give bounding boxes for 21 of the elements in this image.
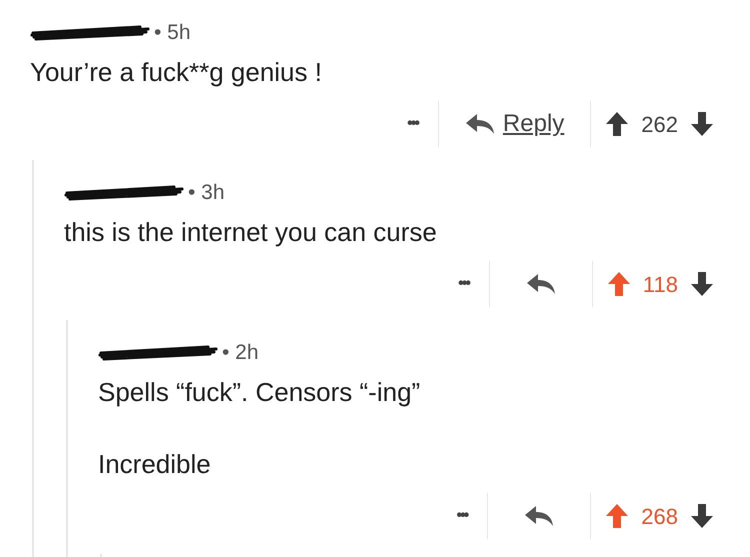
- reply-button[interactable]: Reply: [438, 106, 590, 142]
- comment-text: Spells “fuck”. Censors “-ing”: [98, 376, 422, 408]
- vote-score: 118: [642, 270, 678, 298]
- reply-icon: [464, 113, 495, 135]
- downvote-icon[interactable]: [690, 111, 714, 137]
- comment-text: Incredible: [98, 448, 212, 480]
- comment-text: this is the internet you can curse: [64, 216, 438, 248]
- more-button[interactable]: •••: [438, 272, 489, 296]
- vote-score: 262: [641, 110, 678, 138]
- reply-icon: [526, 273, 556, 295]
- downvote-icon[interactable]: [690, 503, 714, 529]
- comment-time: • 2h: [222, 340, 259, 366]
- vote-score: 268: [641, 502, 678, 530]
- upvote-icon[interactable]: [605, 111, 630, 137]
- comment-time: • 5h: [154, 20, 191, 46]
- reply-icon: [524, 505, 554, 527]
- more-button[interactable]: •••: [387, 112, 438, 136]
- comment-time: • 3h: [188, 180, 225, 206]
- more-button[interactable]: •••: [436, 504, 488, 528]
- comment-text: Your’re a fuck**g genius !: [30, 56, 323, 88]
- downvote-icon[interactable]: [690, 271, 714, 297]
